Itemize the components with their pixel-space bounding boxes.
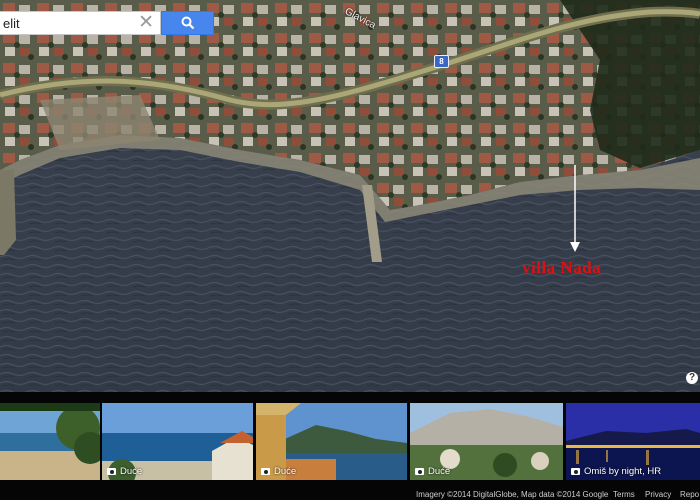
- photo-caption: Duće: [261, 466, 296, 477]
- camera-icon: [261, 468, 270, 475]
- photo-thumbnail[interactable]: [0, 403, 100, 480]
- map-footer: Imagery ©2014 DigitalGlobe, Map data ©20…: [0, 489, 700, 500]
- report-link[interactable]: Repo: [680, 489, 699, 500]
- search-input[interactable]: elit ✕: [0, 11, 161, 35]
- privacy-link[interactable]: Privacy: [645, 489, 671, 500]
- villa-marker-label: villa Nada: [522, 258, 602, 277]
- camera-icon: [415, 468, 424, 475]
- terms-link[interactable]: Terms: [613, 489, 635, 500]
- map-attribution: Imagery ©2014 DigitalGlobe, Map data ©20…: [416, 490, 609, 499]
- road-number-shield: 8: [434, 55, 449, 68]
- clear-search-icon[interactable]: ✕: [138, 13, 154, 33]
- search-query-text: elit: [3, 16, 20, 31]
- photo-thumbnail[interactable]: Duće: [410, 403, 563, 480]
- search-button[interactable]: [161, 11, 214, 35]
- photo-caption: Duće: [415, 466, 450, 477]
- photo-caption: Omiš by night, HR: [571, 466, 661, 477]
- photo-thumbnail[interactable]: Omiš by night, HR: [566, 403, 700, 480]
- photo-caption: Duće: [107, 466, 142, 477]
- camera-icon: [571, 468, 580, 475]
- satellite-map[interactable]: Glavica 8 villa Nada ?: [0, 0, 700, 392]
- photo-thumbnail[interactable]: Duće: [102, 403, 253, 480]
- help-icon[interactable]: ?: [686, 372, 698, 384]
- camera-icon: [107, 468, 116, 475]
- photo-strip: Duće Duće Duće Omiš by night, HR: [0, 392, 700, 500]
- photo-thumbnail[interactable]: Duće: [256, 403, 407, 480]
- search-icon: [181, 16, 195, 30]
